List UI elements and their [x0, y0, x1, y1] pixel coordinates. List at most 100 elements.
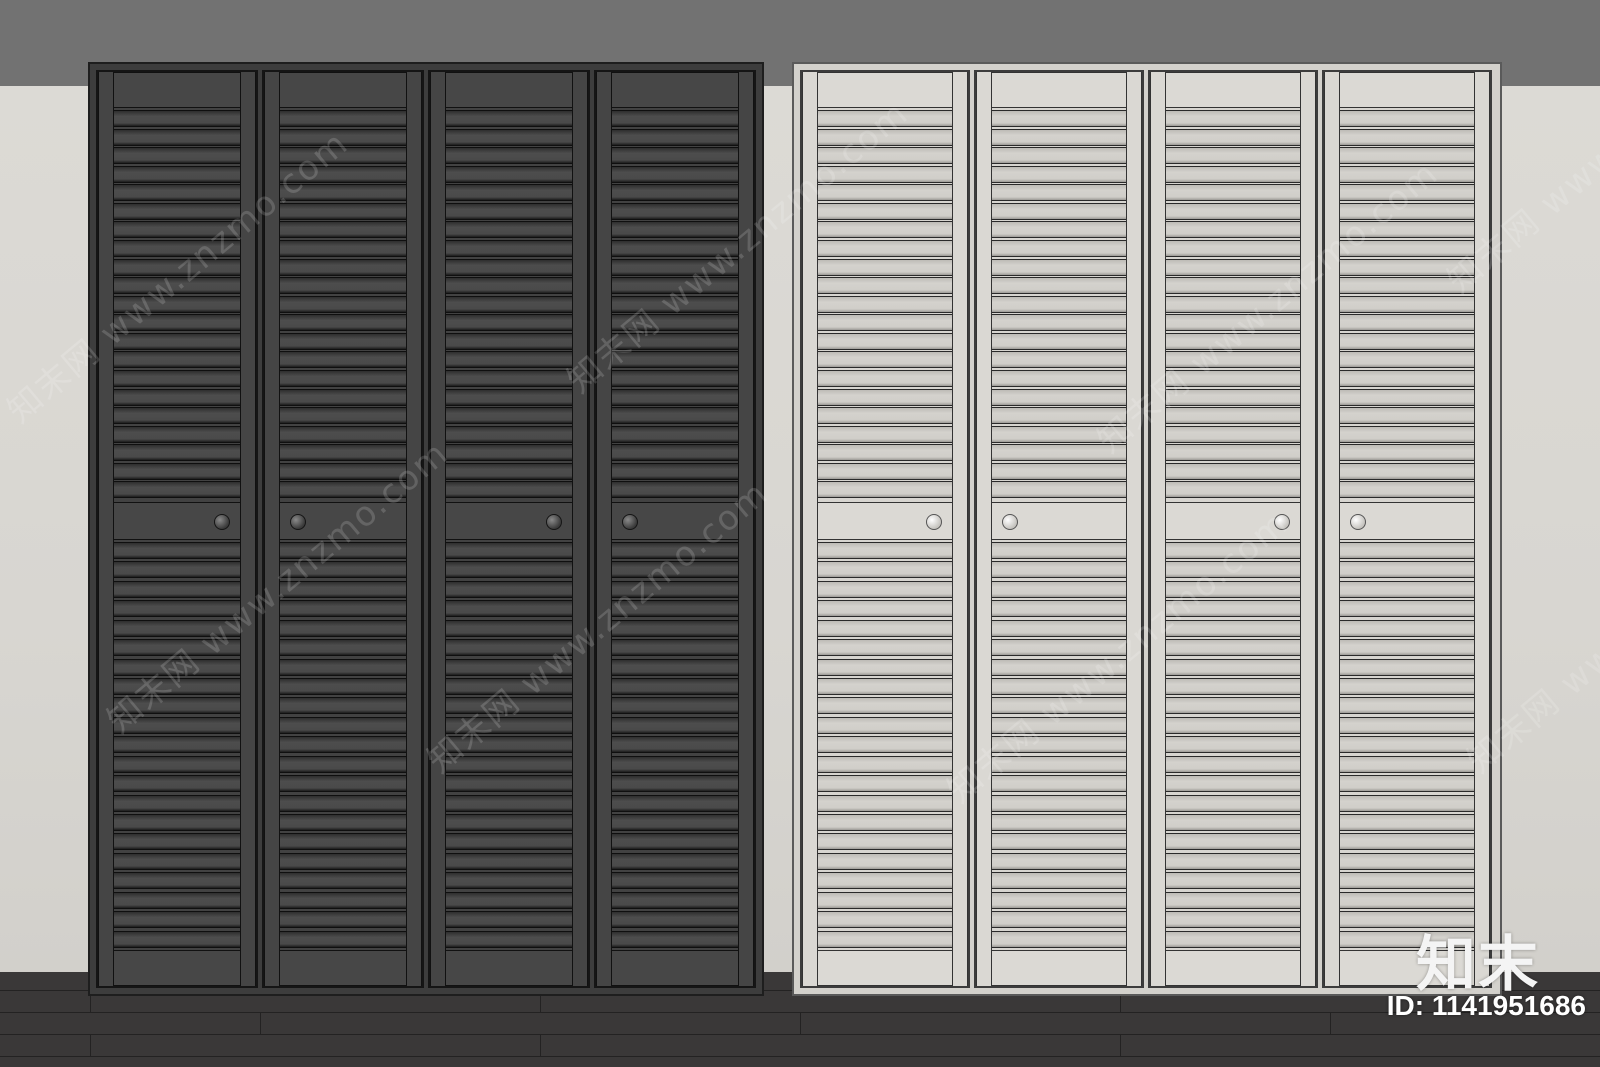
wardrobe-door[interactable]	[428, 70, 590, 988]
door-louver	[280, 620, 406, 637]
door-louver	[280, 600, 406, 617]
door-louver	[1340, 717, 1474, 734]
door-louver	[1166, 697, 1300, 714]
door-louver	[612, 931, 738, 948]
door-louver	[280, 872, 406, 889]
door-louver	[612, 444, 738, 461]
door-louver	[992, 296, 1126, 313]
floor-plank-seam	[90, 1034, 91, 1056]
door-louver	[280, 221, 406, 238]
door-bottom-rail	[446, 950, 572, 986]
door-louver	[280, 775, 406, 792]
door-louver	[818, 481, 952, 498]
door-louver	[818, 833, 952, 850]
door-louver	[818, 795, 952, 812]
door-louver	[612, 110, 738, 127]
door-middle-rail	[992, 502, 1126, 540]
door-louver	[992, 481, 1126, 498]
door-louver	[446, 542, 572, 559]
door-louver	[818, 314, 952, 331]
door-louver	[280, 756, 406, 773]
door-louver	[818, 221, 952, 238]
door-bottom-rail	[280, 950, 406, 986]
door-louver	[818, 872, 952, 889]
door-louver	[114, 370, 240, 387]
door-louver	[114, 775, 240, 792]
door-louver	[446, 775, 572, 792]
door-louver	[818, 931, 952, 948]
door-louver	[280, 296, 406, 313]
door-louver	[280, 426, 406, 443]
door-louver	[280, 314, 406, 331]
door-stile	[406, 72, 422, 986]
door-louver	[612, 892, 738, 909]
door-louver	[114, 184, 240, 201]
door-louver	[992, 561, 1126, 578]
door-top-rail	[1166, 72, 1300, 108]
door-louver	[446, 407, 572, 424]
door-louver	[818, 426, 952, 443]
door-louver	[446, 444, 572, 461]
door-louver	[992, 931, 1126, 948]
door-knob	[926, 514, 942, 530]
door-louver	[1340, 110, 1474, 127]
door-louver	[114, 463, 240, 480]
door-louver	[1340, 756, 1474, 773]
door-louver	[1340, 814, 1474, 831]
wardrobe-door[interactable]	[800, 70, 970, 988]
door-louver	[992, 277, 1126, 294]
door-louver	[612, 659, 738, 676]
door-louver	[992, 351, 1126, 368]
door-top-rail	[992, 72, 1126, 108]
door-louver	[446, 911, 572, 928]
door-top-rail	[1340, 72, 1474, 108]
door-louver	[818, 203, 952, 220]
door-louver	[1340, 639, 1474, 656]
door-louver	[114, 444, 240, 461]
door-louver	[1166, 481, 1300, 498]
door-louver	[818, 892, 952, 909]
floor-plank-seam	[540, 1034, 541, 1056]
door-louver	[818, 853, 952, 870]
door-louver	[1340, 697, 1474, 714]
door-louver	[992, 814, 1126, 831]
door-louver	[446, 872, 572, 889]
door-louver	[1166, 911, 1300, 928]
door-louver	[612, 833, 738, 850]
door-louver	[1340, 833, 1474, 850]
door-louver	[992, 110, 1126, 127]
door-louver	[446, 892, 572, 909]
door-louver	[1340, 426, 1474, 443]
asset-id-label: ID: 1141951686	[1386, 990, 1586, 1021]
wardrobe-door[interactable]	[974, 70, 1144, 988]
door-stile	[1126, 72, 1142, 986]
door-louver	[280, 717, 406, 734]
door-louver	[446, 795, 572, 812]
door-louver	[1340, 407, 1474, 424]
door-stile	[430, 72, 446, 986]
door-stile	[572, 72, 588, 986]
door-louver	[818, 277, 952, 294]
door-louver	[818, 697, 952, 714]
door-louver	[818, 775, 952, 792]
door-louver	[612, 872, 738, 889]
door-louver	[114, 481, 240, 498]
door-louver	[612, 370, 738, 387]
door-louver	[1166, 426, 1300, 443]
door-louver	[114, 542, 240, 559]
door-louver	[1166, 795, 1300, 812]
door-louver	[114, 561, 240, 578]
door-louver	[446, 314, 572, 331]
door-louver	[1340, 463, 1474, 480]
door-louver	[818, 639, 952, 656]
door-louver	[1166, 736, 1300, 753]
door-louver	[992, 600, 1126, 617]
door-louver	[992, 892, 1126, 909]
door-louver	[992, 314, 1126, 331]
door-louver	[992, 370, 1126, 387]
door-louver	[1166, 853, 1300, 870]
door-louver	[114, 736, 240, 753]
door-louver	[1166, 463, 1300, 480]
door-louver	[612, 463, 738, 480]
door-bottom-rail	[1166, 950, 1300, 986]
